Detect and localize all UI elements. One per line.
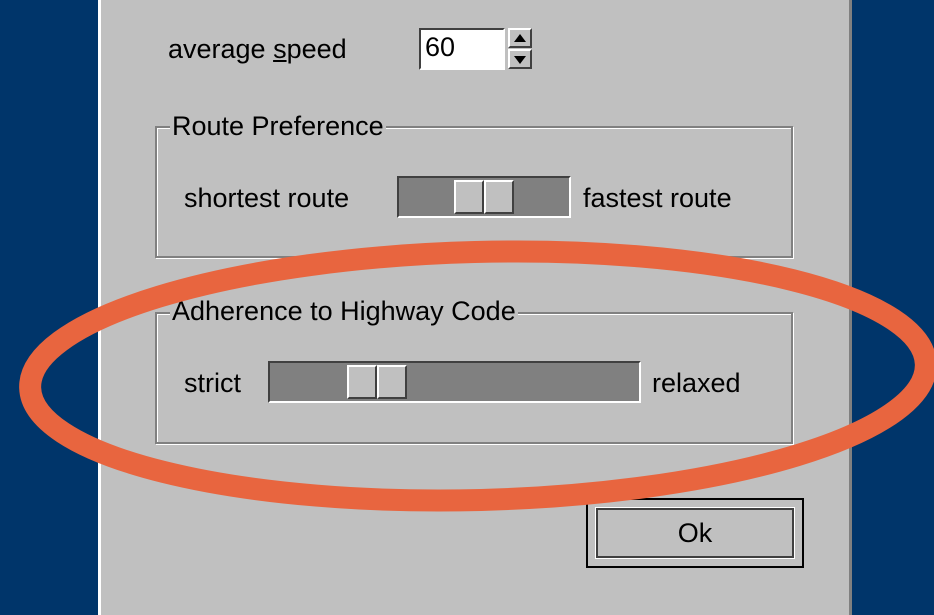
fastest-route-label: fastest route (583, 183, 732, 213)
average-speed-label-prefix: average (168, 34, 274, 64)
route-preference-slider[interactable] (397, 176, 571, 218)
route-preference-slider-thumb[interactable] (454, 180, 514, 214)
slider-thumb-right (377, 365, 407, 399)
average-speed-input[interactable]: 60 (419, 28, 505, 70)
desktop-background: average speed 60 Route Preference shorte… (0, 0, 934, 615)
relaxed-label: relaxed (652, 368, 741, 398)
slider-thumb-left (454, 180, 484, 214)
strict-label: strict (184, 368, 241, 398)
up-triangle-icon (514, 34, 526, 42)
highway-code-slider[interactable] (268, 361, 641, 403)
average-speed-spinner[interactable] (508, 28, 532, 70)
slider-thumb-left (347, 365, 377, 399)
shortest-route-label: shortest route (184, 183, 350, 213)
spin-down-button[interactable] (508, 49, 532, 69)
spin-up-button[interactable] (508, 28, 532, 48)
slider-thumb-right (484, 180, 514, 214)
ok-button[interactable]: Ok (595, 507, 795, 559)
average-speed-mnemonic: s (273, 34, 287, 64)
down-triangle-icon (514, 56, 526, 64)
average-speed-label: average speed (168, 36, 347, 63)
highway-code-slider-thumb[interactable] (347, 365, 407, 399)
route-preference-title: Route Preference (170, 111, 386, 141)
highway-code-title: Adherence to Highway Code (170, 296, 518, 326)
ok-button-frame[interactable]: Ok (586, 498, 804, 568)
average-speed-label-suffix: peed (286, 34, 347, 64)
